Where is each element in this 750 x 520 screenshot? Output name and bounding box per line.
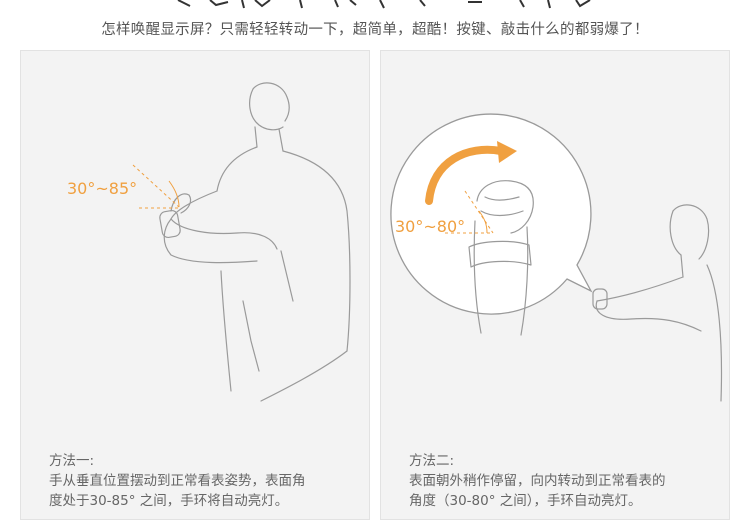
clipped-title-strip [0, 0, 750, 10]
method-line-2: 角度（30-80° 之间），手环自动亮灯。 [409, 493, 642, 509]
method-line-2: 度处于30-85° 之间，手环将自动亮灯。 [49, 493, 289, 509]
angle-label: 30°~85° [67, 179, 137, 198]
method-line-1: 手从垂直位置摆动到正常看表姿势，表面角 [49, 473, 306, 489]
method-one-panel: 30°~85° 方法一: 手从垂直位置摆动到正常看表姿势，表面角 度处于30-8… [20, 50, 370, 520]
method-line-1: 表面朝外稍作停留，向内转动到正常看表的 [409, 473, 666, 489]
angle-label: 30°~80° [395, 217, 465, 236]
method-description: 方法一: 手从垂直位置摆动到正常看表姿势，表面角 度处于30-85° 之间，手环… [49, 451, 306, 511]
method-title: 方法二: [409, 453, 455, 469]
method-description: 方法二: 表面朝外稍作停留，向内转动到正常看表的 角度（30-80° 之间），手… [409, 451, 666, 511]
method-two-panel: 30°~80° 方法二: 表面朝外稍作停留，向内转动到正常看表的 角度（30-8… [380, 50, 730, 520]
wrist-rotate-illustration: 30°~80° [390, 113, 723, 402]
subtitle: 怎样唤醒显示屏？只需轻轻转动一下，超简单，超酷！按键、敲击什么的都弱爆了！ [101, 22, 649, 38]
method-title: 方法一: [49, 453, 95, 469]
raise-arm-illustration: 30°~85° [67, 82, 351, 402]
